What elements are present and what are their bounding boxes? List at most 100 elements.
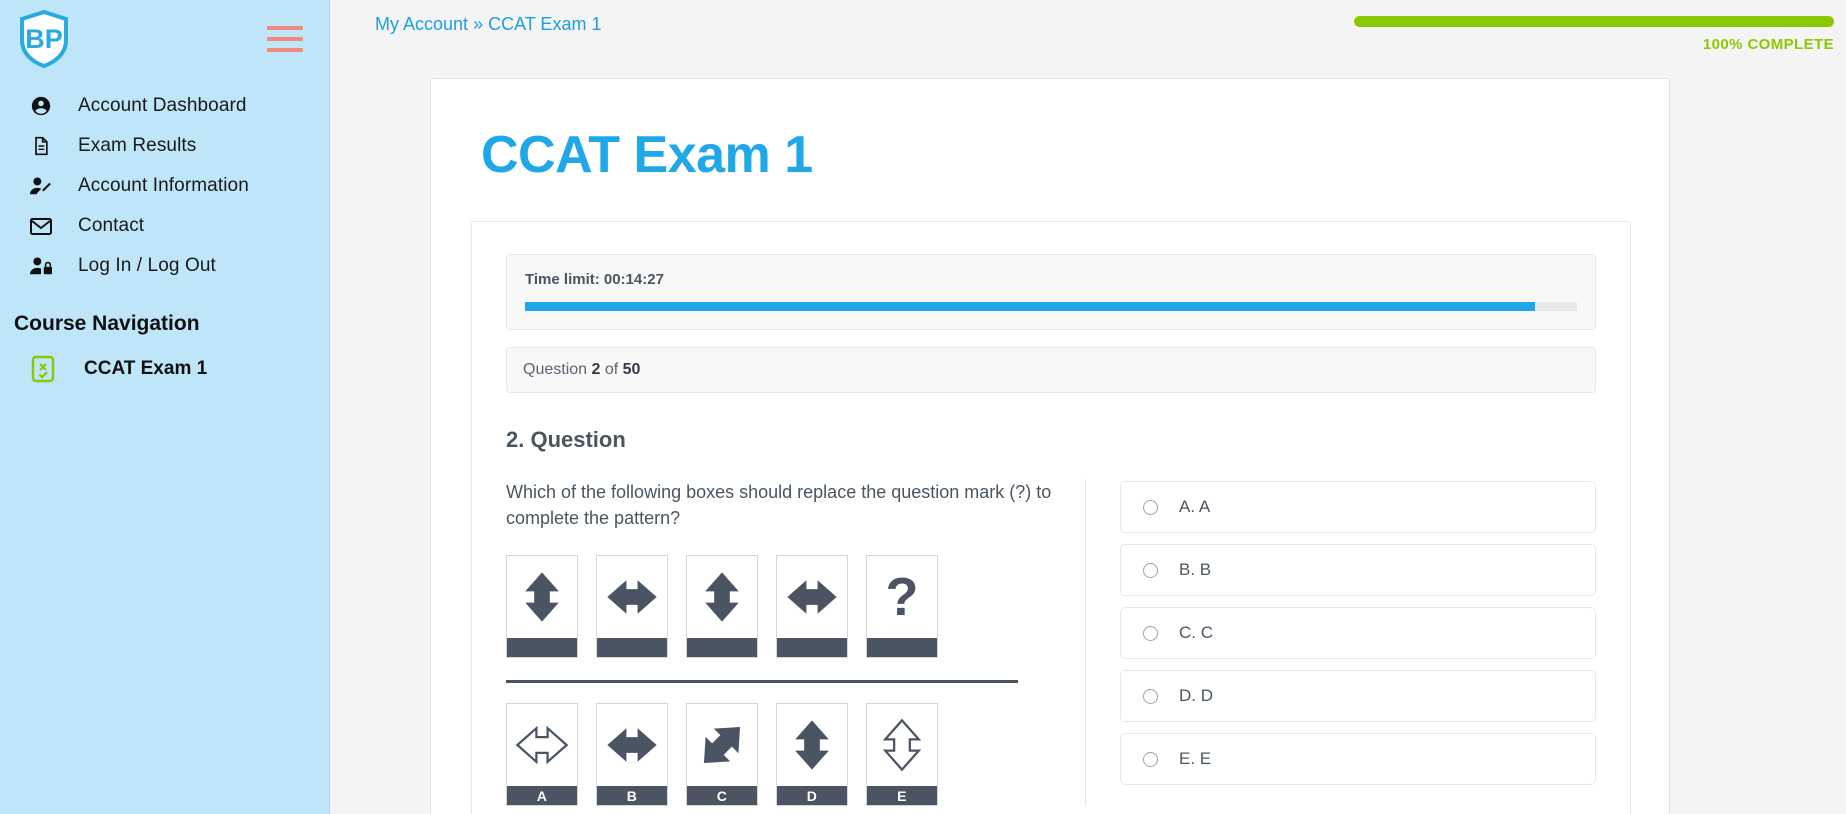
sidebar-header: BP [0, 0, 329, 78]
course-progress-label: 100% COMPLETE [1702, 36, 1834, 53]
tile-label: D [777, 786, 847, 806]
tile-label: B [597, 786, 667, 806]
leftright-icon [597, 556, 667, 638]
question-body: Which of the following boxes should repl… [506, 479, 1596, 807]
exam-card: CCAT Exam 1 Time limit: 00:14:27 Questio… [430, 78, 1670, 814]
course-progress-track [1354, 16, 1834, 27]
sidebar: BP Account Dashboard Exam Results Accoun… [0, 0, 330, 814]
tile-label [597, 638, 667, 658]
question-counter-current: 2 [591, 361, 601, 378]
tile-label [777, 638, 847, 658]
updown-icon [777, 704, 847, 786]
radio-button-icon[interactable] [1143, 499, 1158, 515]
account-circle-icon [28, 93, 54, 119]
pattern-puzzle: ? ABCDE [506, 555, 1055, 807]
quiz-panel: Time limit: 00:14:27 Question 2 of 50 2.… [471, 221, 1631, 814]
pattern-choice-tile-E: E [866, 703, 938, 807]
answer-option-label: B. B [1179, 560, 1212, 579]
course-progress-fill [1354, 16, 1834, 27]
question-counter: Question 2 of 50 [506, 347, 1596, 393]
answer-option-label: E. E [1179, 749, 1212, 768]
tile-label: C [687, 786, 757, 806]
course-item-label: CCAT Exam 1 [84, 358, 208, 379]
leftright-icon [597, 704, 667, 786]
question-counter-of: of [604, 361, 619, 378]
sidebar-item-account-dashboard[interactable]: Account Dashboard [0, 86, 329, 126]
user-lock-icon [28, 253, 54, 279]
breadcrumb-separator: » [473, 14, 484, 34]
page-title: CCAT Exam 1 [481, 126, 813, 184]
breadcrumb: My Account » CCAT Exam 1 [375, 14, 601, 35]
sidebar-item-label: Account Dashboard [78, 95, 247, 116]
diagonal-icon [687, 704, 757, 786]
user-edit-icon [28, 173, 54, 199]
answer-option[interactable]: D. D [1120, 670, 1596, 722]
course-progress: 100% COMPLETE [1354, 14, 1834, 53]
tile-label: E [867, 786, 937, 806]
tile-label [687, 638, 757, 658]
sidebar-item-contact[interactable]: Contact [0, 206, 329, 246]
answer-option[interactable]: E. E [1120, 733, 1596, 785]
breadcrumb-current[interactable]: CCAT Exam 1 [488, 14, 601, 34]
updown-icon [507, 556, 577, 638]
pattern-sequence-tile [596, 555, 668, 659]
breadcrumb-parent-link[interactable]: My Account [375, 14, 468, 34]
main-content: My Account » CCAT Exam 1 100% COMPLETE C… [330, 0, 1846, 814]
sidebar-item-label: Contact [78, 215, 145, 236]
question-heading: 2. Question [506, 427, 626, 452]
sidebar-item-account-information[interactable]: Account Information [0, 166, 329, 206]
leftright-icon [777, 556, 847, 638]
updown-outline-icon [867, 704, 937, 786]
bp-shield-logo-icon[interactable]: BP [18, 9, 70, 69]
radio-button-icon[interactable] [1143, 751, 1158, 767]
pattern-sequence-row: ? [506, 555, 1055, 659]
pattern-sequence-tile [506, 555, 578, 659]
course-navigation-title: Course Navigation [14, 312, 200, 335]
time-remaining-track [525, 302, 1577, 311]
answer-option-label: C. C [1179, 623, 1213, 642]
tile-label: A [507, 786, 577, 806]
answer-option-label: D. D [1179, 686, 1213, 705]
exam-checklist-icon [28, 354, 58, 384]
svg-text:BP: BP [25, 24, 63, 54]
app-root: BP Account Dashboard Exam Results Accoun… [0, 0, 1846, 814]
sidebar-item-ccat-exam-1[interactable]: CCAT Exam 1 [0, 336, 329, 384]
time-remaining-fill [525, 302, 1535, 311]
pattern-choice-tile-C: C [686, 703, 758, 807]
answer-option[interactable]: C. C [1120, 607, 1596, 659]
pattern-choices-row: ABCDE [506, 703, 1055, 807]
pattern-choice-tile-A: A [506, 703, 578, 807]
pattern-choice-tile-D: D [776, 703, 848, 807]
radio-button-icon[interactable] [1143, 562, 1158, 578]
question-text: Which of the following boxes should repl… [506, 482, 1052, 529]
answer-option[interactable]: B. B [1120, 544, 1596, 596]
tile-label [507, 638, 577, 658]
pattern-sequence-tile: ? [866, 555, 938, 659]
pattern-sequence-tile [776, 555, 848, 659]
leftright-outline-icon [507, 704, 577, 786]
updown-icon [687, 556, 757, 638]
question-counter-prefix: Question [523, 361, 588, 378]
envelope-icon [28, 213, 54, 239]
topbar: My Account » CCAT Exam 1 100% COMPLETE [330, 0, 1846, 56]
sidebar-item-label: Exam Results [78, 135, 197, 156]
quiz-timer: Time limit: 00:14:27 [506, 254, 1596, 330]
tile-label [867, 638, 937, 658]
sidebar-item-label: Account Information [78, 175, 249, 196]
menu-toggle-icon[interactable] [267, 26, 303, 52]
sidebar-item-exam-results[interactable]: Exam Results [0, 126, 329, 166]
radio-button-icon[interactable] [1143, 688, 1158, 704]
answer-option[interactable]: A. A [1120, 481, 1596, 533]
sidebar-item-label: Log In / Log Out [78, 255, 216, 276]
question-icon: ? [885, 567, 919, 628]
answer-option-label: A. A [1179, 497, 1211, 516]
puzzle-divider [506, 680, 1018, 684]
pattern-choice-tile-B: B [596, 703, 668, 807]
sidebar-nav: Account Dashboard Exam Results Account I… [0, 86, 329, 286]
sidebar-item-login-logout[interactable]: Log In / Log Out [0, 246, 329, 286]
document-icon [28, 133, 54, 159]
question-counter-total: 50 [622, 361, 641, 378]
time-limit-label: Time limit: 00:14:27 [525, 271, 664, 288]
answer-options: A. A B. B C. C D. D E. E [1120, 479, 1596, 806]
radio-button-icon[interactable] [1143, 625, 1158, 641]
